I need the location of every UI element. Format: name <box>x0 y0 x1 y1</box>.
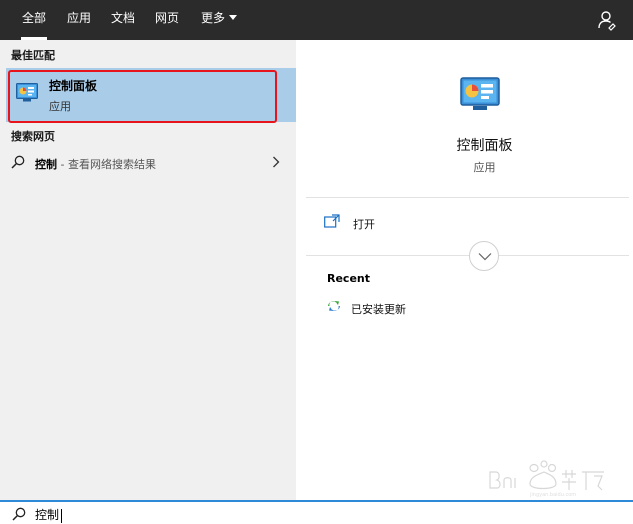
web-search-item[interactable]: 控制 - 查看网络搜索结果 <box>0 148 296 178</box>
chevron-right-icon <box>273 156 280 168</box>
open-window-icon <box>324 214 340 228</box>
top-bar: 全部 应用 文档 网页 更多 <box>0 0 633 40</box>
tab-label: 更多 <box>201 11 226 25</box>
search-input[interactable]: 控制 <box>35 506 63 523</box>
tab-all[interactable]: 全部 <box>20 0 48 40</box>
search-icon <box>12 507 26 521</box>
app-subtitle: 应用 <box>473 161 496 174</box>
chevron-down-icon <box>478 253 492 261</box>
caret-down-icon <box>229 15 238 20</box>
highlight-outline <box>8 70 277 123</box>
web-search-hint: - 查看网络搜索结果 <box>57 158 156 171</box>
tab-label: 全部 <box>22 11 47 25</box>
feedback-person-icon[interactable] <box>595 8 619 32</box>
recent-label: 已安装更新 <box>351 303 406 316</box>
tab-label: 网页 <box>155 11 180 25</box>
results-panel: 最佳匹配 控制面板 应用 搜索网页 控制 - 查看网络搜索结果 <box>0 40 296 501</box>
divider <box>306 255 629 256</box>
web-search-heading: 搜索网页 <box>11 130 55 143</box>
text-cursor <box>61 508 63 523</box>
tab-apps[interactable]: 应用 <box>67 0 91 40</box>
installed-updates-icon <box>328 300 340 312</box>
control-panel-icon <box>460 77 500 110</box>
web-search-text: 控制 - 查看网络搜索结果 <box>35 156 156 172</box>
baidu-watermark-logo: jingyan.baidu.com <box>489 460 604 498</box>
tab-documents[interactable]: 文档 <box>111 0 135 40</box>
best-match-heading: 最佳匹配 <box>11 49 55 62</box>
preview-panel: 控制面板 应用 打开 Recent 已安装更新 <box>306 49 629 501</box>
app-title: 控制面板 <box>456 138 513 154</box>
svg-text:jingyan.baidu.com: jingyan.baidu.com <box>529 492 576 498</box>
recent-heading: Recent <box>327 272 371 285</box>
tab-label: 文档 <box>111 11 136 25</box>
expand-button[interactable] <box>469 241 499 271</box>
divider <box>306 197 629 198</box>
search-query: 控制 <box>35 508 60 522</box>
search-bar[interactable]: 控制 <box>0 500 633 524</box>
tab-web[interactable]: 网页 <box>155 0 179 40</box>
tab-more[interactable]: 更多 <box>201 0 238 40</box>
search-icon <box>11 155 25 169</box>
open-label: 打开 <box>353 218 375 231</box>
web-search-query: 控制 <box>35 158 57 171</box>
tab-label: 应用 <box>67 11 92 25</box>
